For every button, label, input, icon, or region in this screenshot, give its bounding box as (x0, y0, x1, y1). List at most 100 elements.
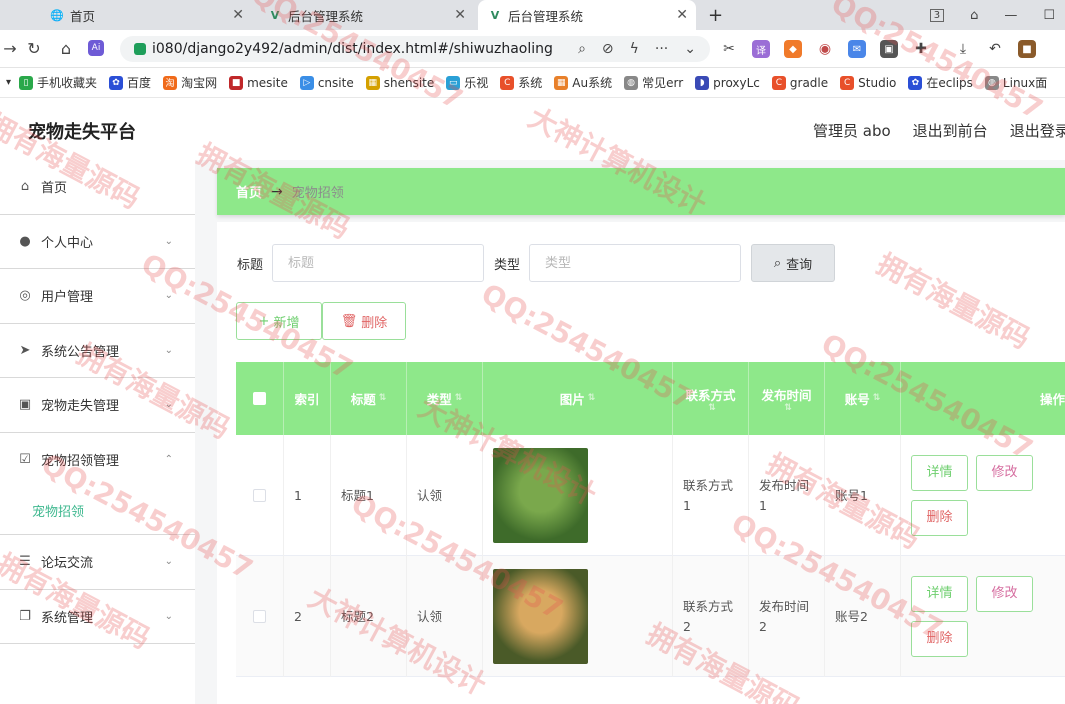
window-controls: 3 ⌂ — ☐ (929, 0, 1065, 30)
batch-delete-button[interactable]: 🗑 删除 (322, 302, 406, 340)
briefcase-icon[interactable]: ■ (1018, 40, 1036, 58)
fox-icon[interactable]: ◆ (784, 40, 802, 58)
bookmark[interactable]: 淘淘宝网 (163, 74, 217, 91)
chevron-down-icon[interactable]: ⌄ (684, 41, 696, 57)
browser-tab-admin[interactable]: V 后台管理系统 ✕ (258, 0, 474, 30)
sort-icon[interactable]: ⇅ (588, 394, 596, 403)
sort-icon[interactable]: ⇅ (379, 394, 387, 403)
detail-button[interactable]: 详情 (911, 455, 968, 491)
type-input[interactable] (529, 244, 742, 282)
search-icon[interactable]: ⌕ (578, 41, 586, 57)
chevron-down-icon[interactable]: ▾ (6, 77, 11, 88)
scissors-icon[interactable]: ✂ (720, 40, 738, 58)
sidebar-item-users[interactable]: ◎ 用户管理 ⌄ (0, 269, 195, 324)
sort-icon[interactable]: ⇅ (784, 403, 792, 413)
browser-tab-home[interactable]: 🌐 首页 ✕ (40, 0, 252, 30)
row-checkbox[interactable] (253, 610, 266, 623)
site-icon: ▷ (299, 75, 314, 90)
translate-icon[interactable]: 译 (752, 40, 770, 58)
title-cell: 标题1 (331, 435, 407, 556)
sidebar-item-home[interactable]: ⌂ 首页 (0, 160, 195, 215)
undo-icon[interactable]: ↶ (986, 40, 1004, 58)
column-header[interactable]: 图片 ⇅ (483, 362, 673, 435)
home-icon: ⌂ (20, 179, 30, 195)
column-header[interactable]: 类型 ⇅ (407, 362, 483, 435)
book-icon[interactable]: ▣ (880, 40, 898, 58)
close-icon[interactable]: ✕ (232, 7, 244, 23)
pet-image (493, 448, 588, 543)
eye-icon[interactable]: ◉ (816, 40, 834, 58)
column-header[interactable]: 标题 ⇅ (331, 362, 407, 435)
bookmark[interactable]: ◍ 常见err (624, 74, 683, 91)
edit-button[interactable]: 修改 (976, 576, 1033, 612)
reload-icon[interactable]: ↻ (24, 39, 44, 58)
puzzle-icon[interactable]: ✚ (912, 40, 930, 58)
browser-tab-bar: 🌐 首页 ✕ V 后台管理系统 ✕ V 后台管理系统 ✕ + 3 ⌂ — ☐ (0, 0, 1065, 30)
bookmark[interactable]: ◍ Linux面 (984, 74, 1047, 91)
back-to-front-link[interactable]: 退出到前台 (913, 120, 988, 141)
sidebar-item-notice[interactable]: ➤ 系统公告管理 ⌄ (0, 324, 195, 378)
app-header: 宠物走失平台 管理员 abo 退出到前台 退出登录 (0, 98, 1065, 160)
edit-button[interactable]: 修改 (976, 455, 1033, 491)
sort-icon[interactable]: ⇅ (455, 394, 463, 403)
sidebar-item-lost[interactable]: ▣ 宠物走失管理 ⌄ (0, 378, 195, 433)
ai-icon[interactable]: Ai (88, 40, 104, 56)
column-header[interactable]: 联系方式 ⇅ (673, 362, 749, 435)
bookmark[interactable]: ◗ proxyLc (695, 75, 760, 90)
sidebar-subitem-found[interactable]: 宠物招领 (0, 487, 195, 535)
bookmark[interactable]: ✿ 百度 (109, 74, 151, 91)
close-icon[interactable]: ✕ (454, 7, 466, 23)
tv-icon: ▭ (446, 75, 461, 90)
sidebar-item-profile[interactable]: ● 个人中心 ⌄ (0, 215, 195, 269)
mail-icon[interactable]: ✉ (848, 40, 866, 58)
bookmark[interactable]: ▦ Au系统 (554, 74, 612, 91)
bookmark[interactable]: ▭ 乐视 (446, 74, 488, 91)
home-icon[interactable]: ⌂ (56, 39, 76, 58)
sort-icon[interactable]: ⇅ (873, 394, 881, 403)
detail-button[interactable]: 详情 (911, 576, 968, 612)
close-icon[interactable]: ✕ (676, 7, 688, 23)
clipboard-icon: ▣ (18, 397, 32, 413)
row-checkbox[interactable] (253, 489, 266, 502)
bookmark[interactable]: Cgradle (771, 75, 828, 90)
download-icon[interactable]: ⤓ (954, 40, 972, 58)
bolt-icon[interactable]: ϟ (630, 41, 639, 57)
add-button[interactable]: + 新增 (236, 302, 322, 340)
sidebar-item-found[interactable]: ☑ 宠物招领管理 ⌃ (0, 433, 195, 488)
column-header[interactable]: 索引 (284, 362, 331, 435)
browser-tab-admin-active[interactable]: V 后台管理系统 ✕ (478, 0, 696, 30)
bookmark[interactable]: C 系统 (500, 74, 542, 91)
bookmark[interactable]: ✿ 在eclips (908, 74, 973, 91)
delete-button[interactable]: 删除 (911, 621, 968, 657)
url-field[interactable]: i080/django2y492/admin/dist/index.html#/… (120, 36, 710, 62)
chevron-down-icon: ⌄ (164, 344, 173, 356)
action-buttons: + 新增 🗑 删除 (236, 302, 406, 340)
sidebar-item-forum[interactable]: ☰ 论坛交流 ⌄ (0, 535, 195, 590)
sliders-icon: ☰ (19, 554, 31, 570)
sort-icon[interactable]: ⇅ (708, 403, 716, 413)
query-button[interactable]: ⌕ 查询 (751, 244, 836, 282)
new-tab-button[interactable]: + (708, 5, 723, 26)
column-header[interactable]: 账号 ⇅ (825, 362, 901, 435)
delete-button[interactable]: 删除 (911, 500, 968, 536)
grid-icon: ▦ (365, 75, 380, 90)
ops-cell: 详情 修改 删除 (901, 435, 1065, 556)
sidebar-item-system[interactable]: ❐ 系统管理 ⌄ (0, 590, 195, 644)
bookmark[interactable]: C Studio (840, 75, 896, 90)
logout-link[interactable]: 退出登录 (1010, 120, 1065, 141)
bookmark[interactable]: ▦ shensite (365, 75, 434, 90)
bookmark[interactable]: ▯ 手机收藏夹 (19, 74, 97, 91)
more-icon[interactable]: ··· (655, 41, 668, 57)
column-header[interactable]: 发布时间 ⇅ (749, 362, 825, 435)
breadcrumb-home[interactable]: 首页 (236, 182, 262, 201)
bookmark[interactable]: ▷ cnsite (299, 75, 354, 90)
select-all-checkbox[interactable] (253, 392, 266, 405)
shirt-icon[interactable]: ⌂ (970, 8, 978, 23)
tab-count[interactable]: 3 (929, 8, 945, 22)
title-input[interactable] (272, 244, 485, 282)
minimize-icon[interactable]: — (1004, 8, 1017, 23)
back-icon[interactable]: → (0, 39, 20, 58)
compass-icon[interactable]: ⊘ (602, 41, 614, 57)
maximize-icon[interactable]: ☐ (1043, 8, 1055, 23)
bookmark[interactable]: ■ mesite (229, 75, 288, 90)
